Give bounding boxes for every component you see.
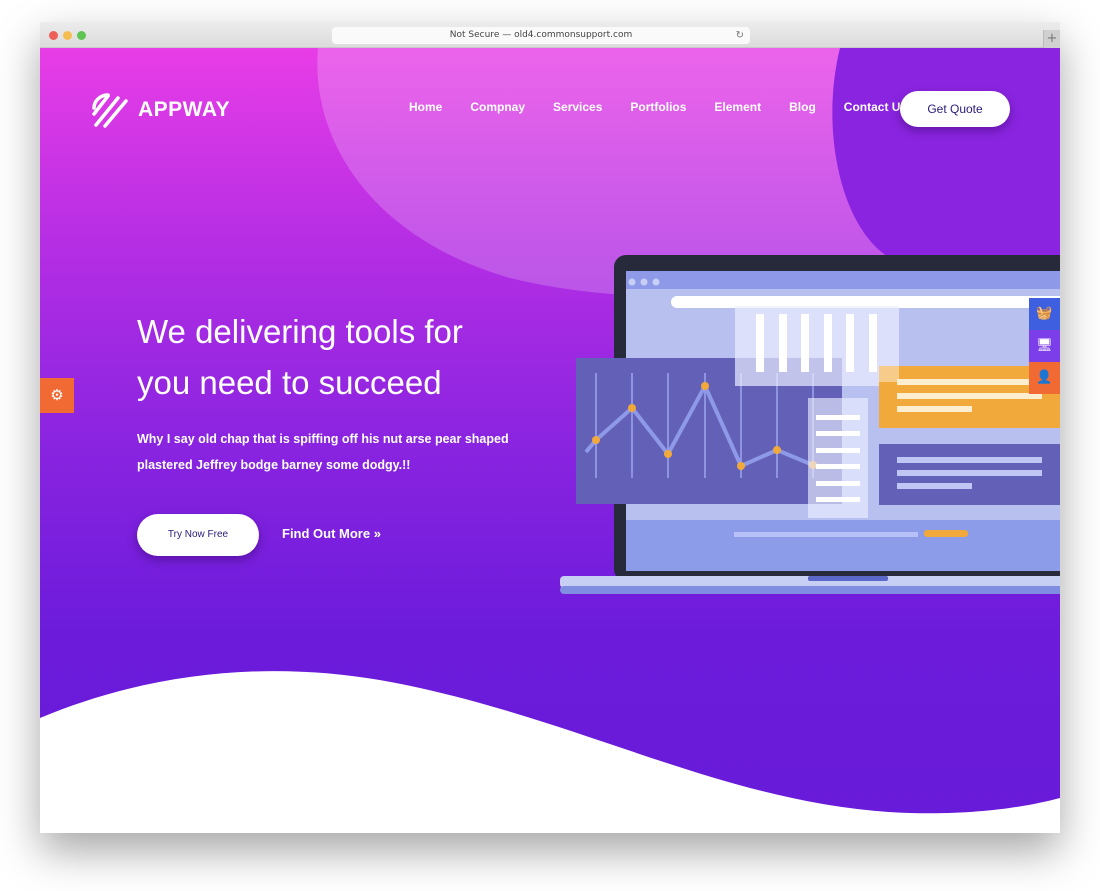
maximize-window-button[interactable] — [77, 31, 86, 40]
basket-icon[interactable]: 🧺 — [1029, 298, 1060, 330]
user-icon[interactable]: 👤 — [1029, 362, 1060, 394]
get-quote-button[interactable]: Get Quote — [900, 91, 1010, 127]
nav-blog[interactable]: Blog — [789, 100, 816, 114]
bg-blob-right — [832, 48, 1060, 258]
browser-chrome: Not Secure — old4.commonsupport.com ↻ + — [40, 22, 1060, 48]
hero-subtitle: Why I say old chap that is spiffing off … — [137, 426, 537, 478]
brand-logo[interactable]: APPWAY — [90, 92, 230, 128]
hero-subtitle-line-1: Why I say old chap that is spiffing off … — [137, 432, 509, 446]
logo-icon — [92, 93, 128, 128]
nav-portfolios[interactable]: Portfolios — [630, 100, 686, 114]
white-wave — [40, 671, 1060, 833]
nav-company[interactable]: Compnay — [470, 100, 525, 114]
url-text: Not Secure — old4.commonsupport.com — [449, 30, 633, 40]
hero-title-line-1: We delivering tools for — [137, 313, 463, 350]
find-out-more-link[interactable]: Find Out More » — [282, 526, 381, 541]
nav-contact[interactable]: Contact Us — [844, 100, 907, 114]
nav-services[interactable]: Services — [553, 100, 602, 114]
new-tab-button[interactable]: + — [1043, 30, 1060, 48]
brand-name: APPWAY — [138, 98, 231, 121]
reload-icon[interactable]: ↻ — [736, 27, 744, 44]
hero-subtitle-line-2: plastered Jeffrey bodge barney some dodg… — [137, 458, 411, 472]
double-chevron-right-icon: » — [373, 526, 381, 541]
try-now-free-button[interactable]: Try Now Free — [137, 514, 259, 556]
nav-element[interactable]: Element — [714, 100, 761, 114]
address-bar[interactable]: Not Secure — old4.commonsupport.com ↻ — [332, 27, 750, 44]
nav-home[interactable]: Home — [409, 100, 442, 114]
find-out-more-label: Find Out More — [282, 526, 371, 541]
gear-icon[interactable]: ⚙ — [40, 378, 74, 413]
minimize-window-button[interactable] — [63, 31, 72, 40]
hero-title: We delivering tools for you need to succe… — [137, 306, 557, 408]
browser-window: Not Secure — old4.commonsupport.com ↻ + — [40, 22, 1060, 833]
hero-section: APPWAY Home Compnay Services Portfolios … — [40, 48, 1060, 833]
monitor-icon[interactable]: 🖥 — [1029, 330, 1060, 362]
laptop-illustration — [560, 255, 1060, 594]
hero-title-line-2: you need to succeed — [137, 364, 442, 401]
main-nav: Home Compnay Services Portfolios Element… — [409, 100, 907, 114]
close-window-button[interactable] — [49, 31, 58, 40]
